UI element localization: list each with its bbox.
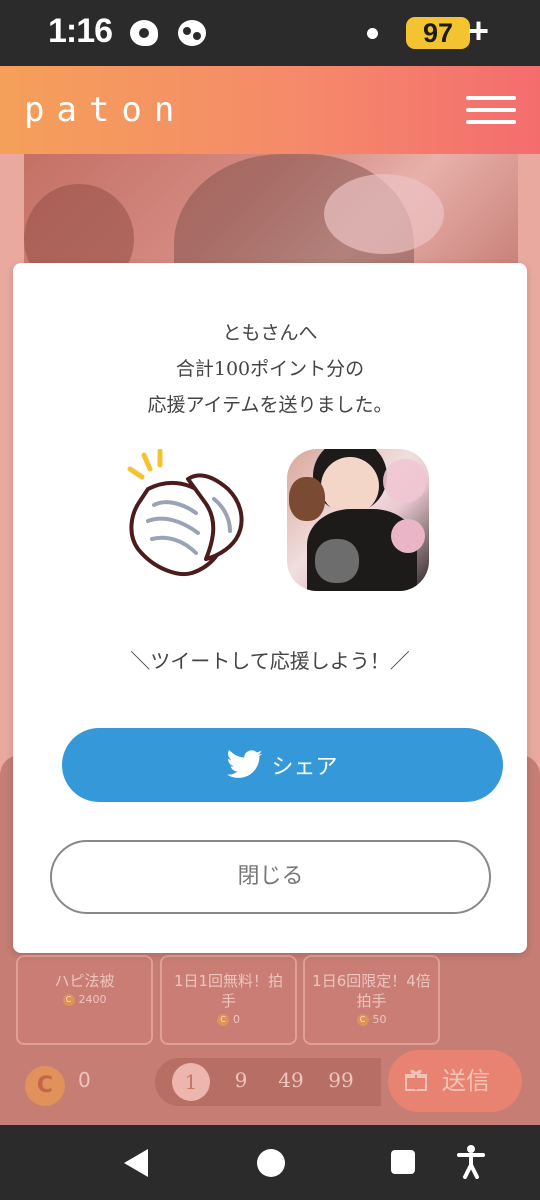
twitter-bird-icon <box>227 750 263 778</box>
modal-message-line: 応援アイテムを送りました。 <box>147 394 393 416</box>
back-icon[interactable] <box>124 1149 148 1177</box>
recent-apps-icon[interactable] <box>391 1150 415 1174</box>
close-button[interactable]: 閉じる <box>50 840 491 914</box>
sent-confirmation-modal: ともさんへ 合計100ポイント分の 応援アイテムを送りました。 ＼ツイートして応… <box>13 263 527 953</box>
modal-message: ともさんへ 合計100ポイント分の 応援アイテムを送りました。 <box>13 315 527 423</box>
app-header: paton <box>0 66 540 154</box>
notification-app-icon <box>130 20 158 46</box>
battery-level: 97 <box>406 17 470 49</box>
app-logo[interactable]: paton <box>24 90 186 130</box>
home-icon[interactable] <box>257 1149 285 1177</box>
tweet-prompt: ＼ツイートして応援しよう！／ <box>130 649 410 673</box>
hamburger-menu-icon[interactable] <box>466 96 516 126</box>
accessibility-icon[interactable] <box>457 1145 485 1179</box>
modal-message-line: 合計100ポイント分の <box>175 358 365 380</box>
battery-charging-indicator: + <box>468 10 490 51</box>
notification-dot-icon <box>367 28 378 39</box>
notification-app-icon-2 <box>178 20 206 46</box>
share-label: シェア <box>271 755 338 780</box>
status-time: 1:16 <box>48 12 113 50</box>
share-button[interactable]: シェア <box>62 728 503 802</box>
modal-message-line: ともさんへ <box>222 322 318 344</box>
system-nav-bar <box>0 1125 540 1200</box>
status-bar: 1:16 97 + <box>0 0 540 66</box>
recipient-avatar <box>287 449 429 591</box>
clapping-hands-icon <box>127 449 244 576</box>
